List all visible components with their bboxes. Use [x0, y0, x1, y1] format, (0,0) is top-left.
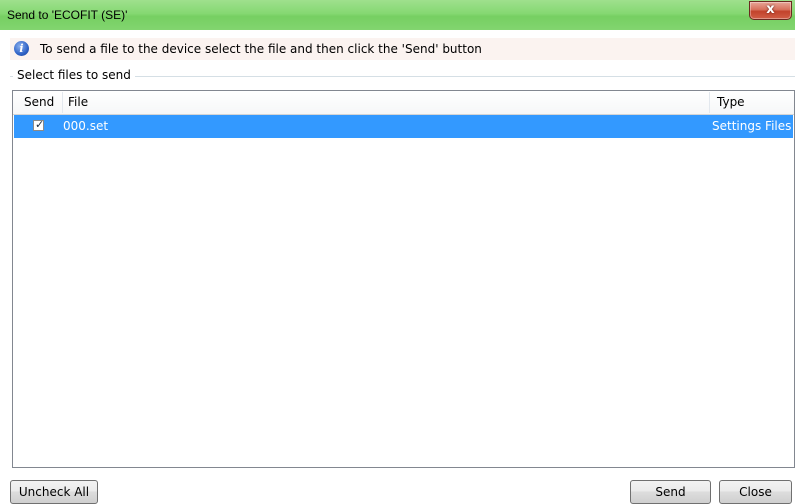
file-list[interactable]: Send File Type ✓ 000.set Settings Files	[12, 90, 795, 468]
uncheck-all-button[interactable]: Uncheck All	[10, 480, 98, 504]
column-header-send[interactable]: Send	[24, 95, 54, 109]
send-button[interactable]: Send	[630, 480, 711, 504]
column-header-file[interactable]: File	[68, 95, 88, 109]
group-box-label: Select files to send	[13, 68, 135, 82]
file-type-cell: Settings Files	[712, 119, 792, 133]
title-bar[interactable]: Send to 'ECOFIT (SE)' x	[0, 0, 795, 30]
table-row[interactable]: ✓ 000.set Settings Files	[14, 115, 793, 138]
column-divider[interactable]	[709, 92, 710, 113]
file-name-cell: 000.set	[63, 119, 109, 133]
window-title: Send to 'ECOFIT (SE)'	[7, 8, 128, 22]
list-header: Send File Type	[13, 91, 794, 115]
send-checkbox[interactable]: ✓	[33, 118, 45, 131]
close-window-button[interactable]: x	[749, 1, 792, 20]
column-divider[interactable]	[62, 92, 63, 113]
close-button[interactable]: Close	[719, 480, 792, 504]
checkmark-icon: ✓	[35, 118, 45, 131]
info-icon: i	[14, 41, 29, 56]
close-icon: x	[766, 2, 775, 17]
info-message: To send a file to the device select the …	[40, 42, 482, 56]
column-header-type[interactable]: Type	[717, 95, 745, 109]
info-bar: i To send a file to the device select th…	[10, 38, 795, 60]
